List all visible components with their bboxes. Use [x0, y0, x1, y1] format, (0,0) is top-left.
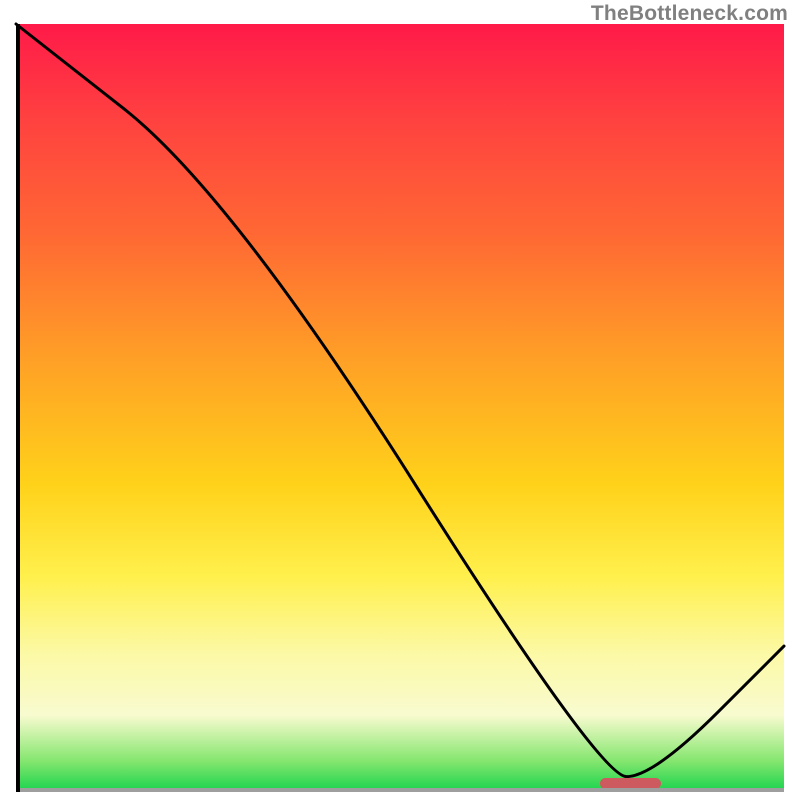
watermark-text: TheBottleneck.com	[591, 2, 788, 26]
chart-root: TheBottleneck.com	[0, 0, 800, 800]
bottleneck-curve-path	[16, 24, 784, 777]
plot-area	[16, 24, 784, 792]
x-axis	[16, 788, 784, 792]
curve-layer	[16, 24, 784, 792]
y-axis	[16, 24, 20, 792]
